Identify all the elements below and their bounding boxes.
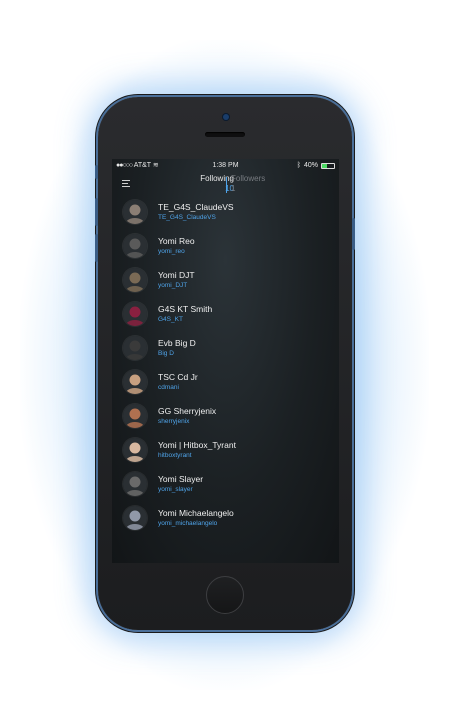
home-button[interactable] [206,576,244,614]
avatar[interactable] [123,404,147,428]
power-button [352,218,355,250]
battery-percent: 40% [303,162,318,169]
user-handle[interactable]: sherryjenix [158,418,189,426]
avatar[interactable] [123,336,147,360]
list-item[interactable]: Evb Big D Big D [112,331,339,365]
bluetooth-icon: ᛒ [296,162,301,169]
list-item[interactable]: GG Sherryjenix sherryjenix [112,399,339,433]
battery-icon [321,163,335,169]
tab-followers-label: Followers [231,174,266,183]
list-item[interactable]: TE_G4S_ClaudeVS TE_G4S_ClaudeVS [112,195,339,229]
user-name: TE_G4S_ClaudeVS [158,202,234,212]
user-name: Yomi Reo [158,236,195,246]
user-handle[interactable]: cdmani [158,384,179,392]
list-item[interactable]: TSC Cd Jr cdmani [112,365,339,399]
avatar[interactable] [123,302,147,326]
app-screen: ●●○○○ AT&T ≋ 1:38 PM ᛒ 40% Following 10 … [112,159,339,563]
tab-followers[interactable]: Followers 1 [230,174,281,194]
status-right: ᛒ 40% [297,159,335,173]
user-handle[interactable]: Big D [158,350,174,358]
user-handle[interactable]: yomi_DJT [158,282,187,290]
header-bar: Following 10 Followers 1 [112,173,339,195]
list-item[interactable]: Yomi Slayer yomi_slayer [112,467,339,501]
avatar[interactable] [123,234,147,258]
list-item[interactable]: Yomi DJT yomi_DJT [112,263,339,297]
user-handle[interactable]: hitboxtyrant [158,452,192,460]
tab-followers-count: 1 [231,184,236,193]
tab-divider [226,177,227,193]
avatar[interactable] [123,472,147,496]
avatar[interactable] [123,268,147,292]
user-name: Yomi DJT [158,270,195,280]
user-handle[interactable]: G4S_KT [158,316,183,324]
earpiece-speaker [205,132,245,137]
user-handle[interactable]: yomi_reo [158,248,185,256]
status-bar: ●●○○○ AT&T ≋ 1:38 PM ᛒ 40% [112,159,339,173]
avatar[interactable] [123,370,147,394]
following-list: TE_G4S_ClaudeVS TE_G4S_ClaudeVS Yomi Reo yo… [112,195,339,535]
avatar[interactable] [123,200,147,224]
user-name: Evb Big D [158,338,196,348]
user-handle[interactable]: yomi_michaelangelo [158,520,217,528]
user-handle[interactable]: yomi_slayer [158,486,193,494]
hamburger-menu-icon[interactable] [122,180,132,188]
battery-fill [322,164,327,168]
list-item[interactable]: G4S KT Smith G4S_KT [112,297,339,331]
avatar[interactable] [123,506,147,530]
mute-switch [95,165,98,179]
user-name: G4S KT Smith [158,304,213,314]
user-handle[interactable]: TE_G4S_ClaudeVS [158,214,216,222]
user-name: TSC Cd Jr [158,372,198,382]
user-name: Yomi | Hitbox_Tyrant [158,440,236,450]
list-item[interactable]: Yomi Reo yomi_reo [112,229,339,263]
front-camera [223,114,229,120]
volume-up-button [95,198,98,226]
user-name: Yomi Michaelangelo [158,508,234,518]
volume-down-button [95,234,98,262]
list-item[interactable]: Yomi | Hitbox_Tyrant hitboxtyrant [112,433,339,467]
user-name: Yomi Slayer [158,474,204,484]
list-item[interactable]: Yomi Michaelangelo yomi_michaelangelo [112,501,339,535]
avatar[interactable] [123,438,147,462]
user-name: GG Sherryjenix [158,406,217,416]
